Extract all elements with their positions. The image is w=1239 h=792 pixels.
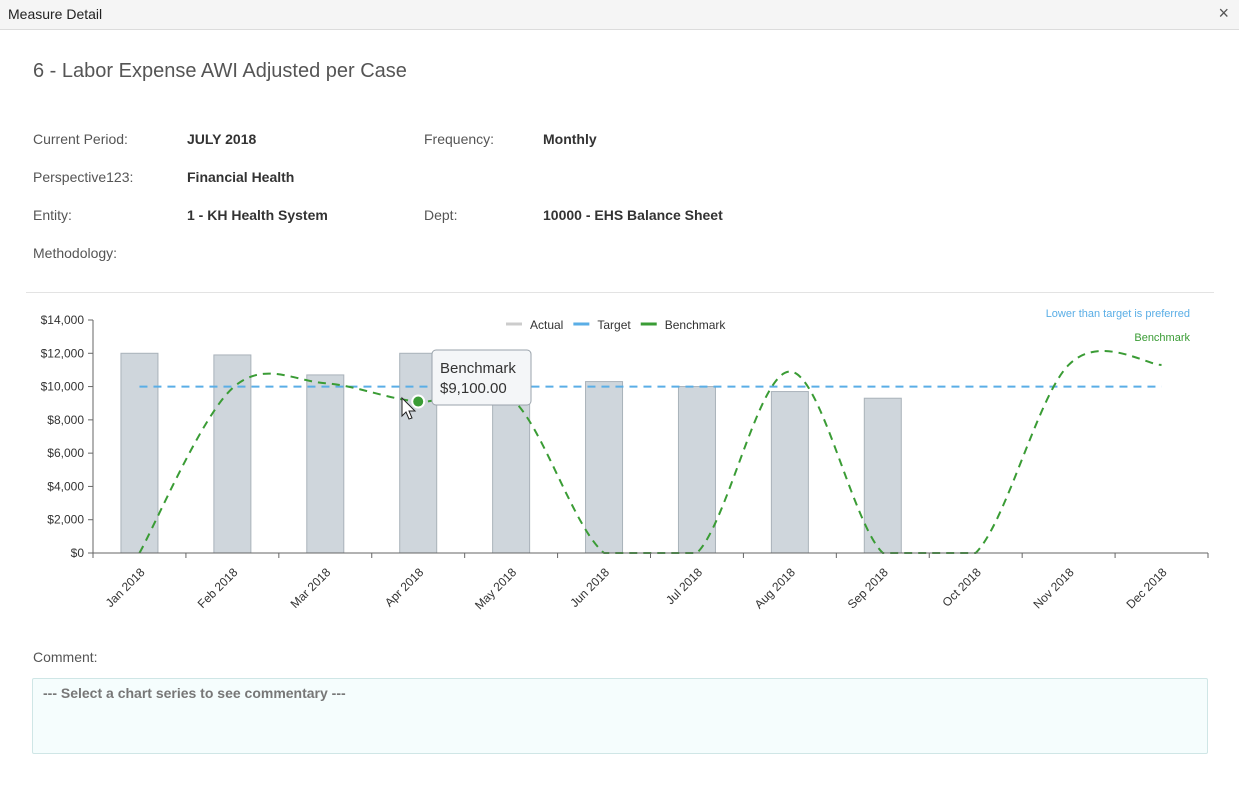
divider <box>26 292 1214 293</box>
perspective-label: Perspective123: <box>33 169 134 185</box>
y-tick-label: $6,000 <box>47 446 84 460</box>
current-period-value: JULY 2018 <box>187 131 257 147</box>
dept-label: Dept: <box>424 207 458 223</box>
entity-value: 1 - KH Health System <box>187 207 328 223</box>
bar-actual <box>863 397 902 554</box>
comment-label: Comment: <box>33 649 98 665</box>
x-tick-label: Apr 2018 <box>382 565 427 610</box>
title-bar: Measure Detail × <box>0 0 1239 30</box>
bar-actual <box>677 386 716 554</box>
benchmark-line <box>138 350 1162 555</box>
x-tick-label: Aug 2018 <box>752 565 798 611</box>
dept-value: 10000 - EHS Balance Sheet <box>543 207 723 223</box>
bar-actual <box>770 391 809 554</box>
frequency-value: Monthly <box>543 131 597 147</box>
x-tick-label: Dec 2018 <box>1123 565 1169 611</box>
comment-placeholder: --- Select a chart series to see comment… <box>43 685 346 701</box>
x-tick-label: May 2018 <box>472 565 519 612</box>
close-icon[interactable]: × <box>1218 3 1229 24</box>
legend-label-target: Target <box>597 318 631 332</box>
methodology-label: Methodology: <box>33 245 118 261</box>
bar-actual <box>306 374 345 554</box>
preference-note: Lower than target is preferred <box>1046 308 1190 320</box>
x-tick-label: Jul 2018 <box>663 565 705 607</box>
legend-label-benchmark: Benchmark <box>665 318 727 332</box>
y-tick-label: $14,000 <box>41 313 85 327</box>
perspective-value: Financial Health <box>187 169 295 185</box>
y-tick-label: $0 <box>71 546 85 560</box>
tooltip-series: Benchmark <box>440 360 516 377</box>
x-tick-label: Jan 2018 <box>103 565 148 610</box>
current-period-label: Current Period: <box>33 131 128 147</box>
window-title: Measure Detail <box>8 6 103 22</box>
frequency-label: Frequency: <box>424 131 495 147</box>
y-tick-label: $10,000 <box>41 380 85 394</box>
x-tick-label: Nov 2018 <box>1031 565 1077 611</box>
x-tick-label: Oct 2018 <box>939 565 984 610</box>
preference-series-note: Benchmark <box>1134 332 1190 344</box>
entity-label: Entity: <box>33 207 72 223</box>
bar-actual <box>213 354 252 554</box>
x-tick-label: Jun 2018 <box>567 565 612 610</box>
x-tick-label: Feb 2018 <box>195 565 241 611</box>
bar-actual <box>585 381 624 554</box>
y-tick-label: $8,000 <box>47 413 84 427</box>
legend-label-actual: Actual <box>530 318 563 332</box>
x-tick-label: Sep 2018 <box>845 565 891 611</box>
tooltip-value: $9,100.00 <box>440 380 507 397</box>
bar-actual <box>399 352 438 554</box>
bar-actual <box>492 397 531 554</box>
measure-chart[interactable]: $0 $2,000 $4,000 $6,000 $8,000 $10,000 $12,000… <box>0 295 1239 640</box>
x-tick-label: Mar 2018 <box>288 565 334 611</box>
comment-box[interactable]: --- Select a chart series to see comment… <box>32 678 1208 754</box>
y-tick-label: $2,000 <box>47 513 84 527</box>
benchmark-hover-point <box>411 394 426 409</box>
y-tick-label: $12,000 <box>41 346 85 360</box>
bar-actual <box>120 352 159 554</box>
y-tick-label: $4,000 <box>47 479 84 493</box>
measure-title: 6 - Labor Expense AWI Adjusted per Case <box>33 60 407 82</box>
